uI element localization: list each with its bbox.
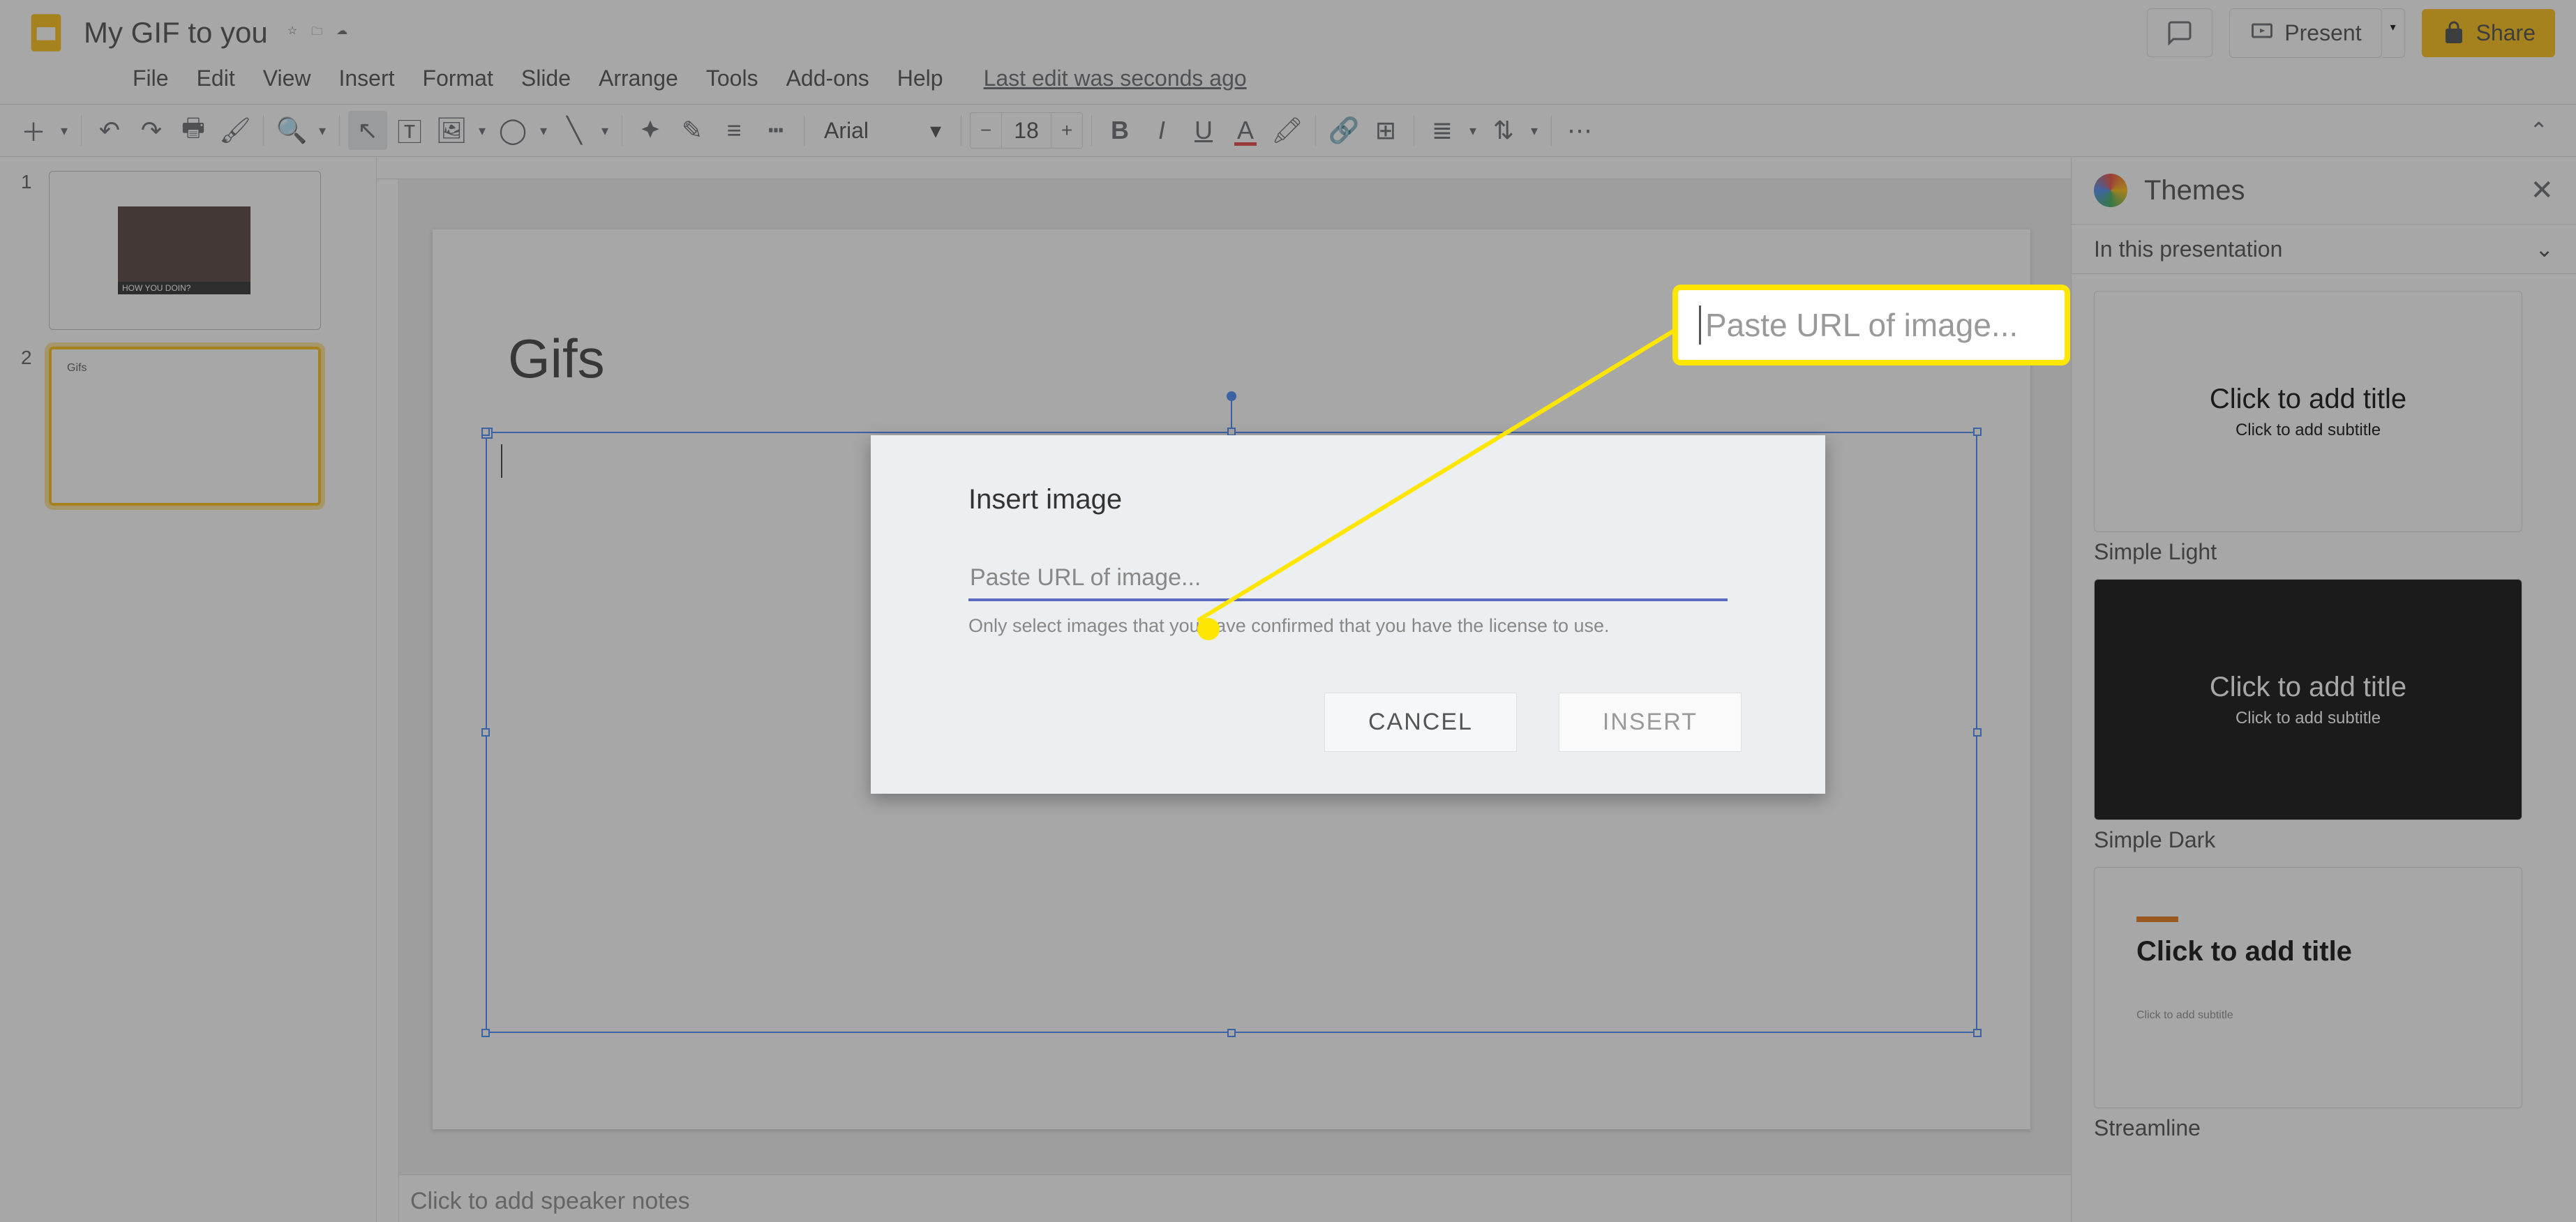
- insert-button[interactable]: INSERT: [1559, 693, 1742, 752]
- callout-text: Paste URL of image...: [1705, 306, 2018, 344]
- callout-zoom: Paste URL of image...: [1672, 285, 2070, 365]
- callout-dot: [1197, 618, 1220, 640]
- callout-line: [1197, 321, 1686, 635]
- cancel-button[interactable]: CANCEL: [1324, 693, 1517, 752]
